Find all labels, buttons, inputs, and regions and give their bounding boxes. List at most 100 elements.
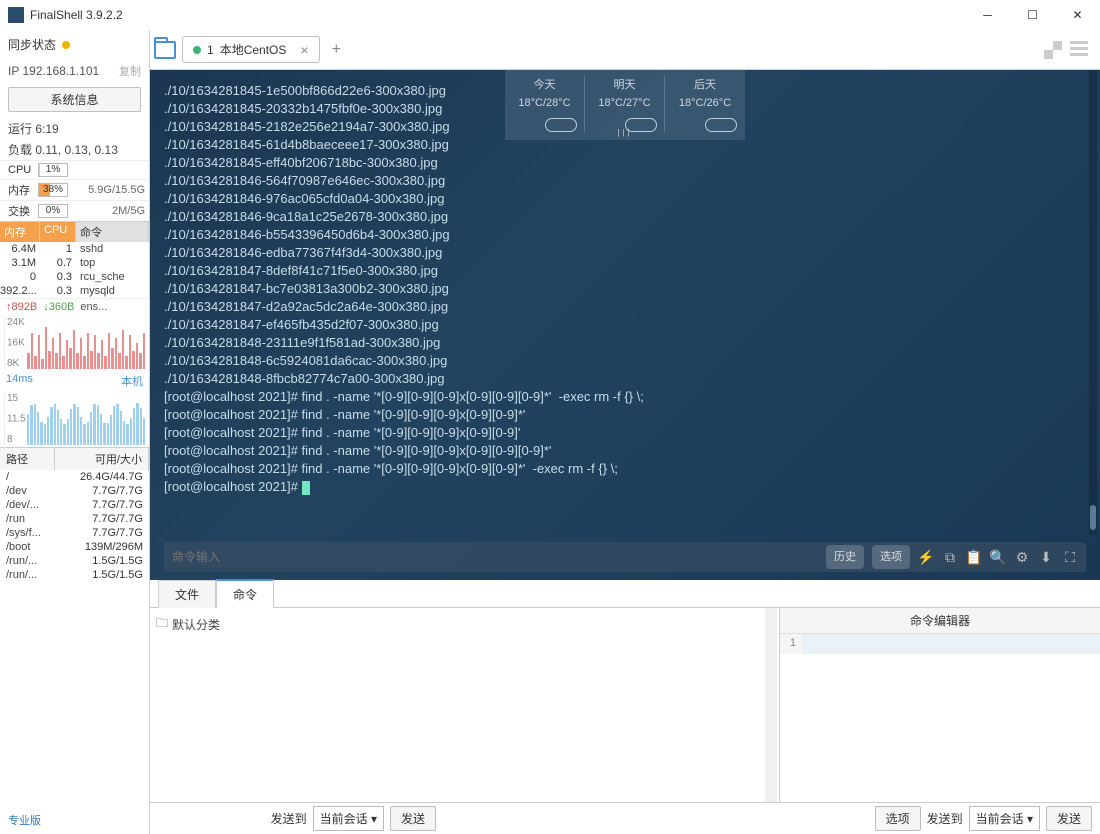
metric-row: 交换 0% 2M/5G [0, 200, 149, 221]
system-info-button[interactable]: 系统信息 [8, 87, 141, 112]
command-editor-pane: 命令编辑器 1 [780, 608, 1100, 802]
default-category-folder[interactable]: 🗀 默认分类 [156, 614, 773, 635]
uptime: 运行 6:19 [0, 118, 149, 139]
options-button[interactable]: 选项 [872, 545, 910, 569]
session-tab[interactable]: 1 本地CentOS × [182, 36, 320, 63]
col-cpu[interactable]: CPU [40, 222, 76, 242]
close-tab-icon[interactable]: × [300, 42, 308, 58]
disk-row[interactable]: /26.4G/44.7G [0, 470, 149, 484]
terminal-line: [root@localhost 2021]# find . -name '*[0… [164, 406, 1086, 424]
bottom-tabbar: 文件 命令 [150, 580, 1100, 608]
maximize-button[interactable]: ☐ [1010, 0, 1055, 30]
options-button-right[interactable]: 选项 [875, 806, 921, 831]
session-select-right[interactable]: 当前会话 ▾ [969, 806, 1040, 831]
process-row[interactable]: 3.1M0.7top [0, 256, 149, 270]
cloud-icon [610, 116, 640, 132]
terminal-line: ./10/1634281846-9ca18a1c25e2678-300x380.… [164, 208, 1086, 226]
paste-icon[interactable]: 📋 [966, 549, 982, 565]
metric-row: 内存 38% 5.9G/15.5G [0, 179, 149, 200]
col-mem[interactable]: 内存 [0, 222, 40, 242]
net-iface: ens... [80, 301, 107, 313]
terminal[interactable]: 今天18°C/28°C明天18°C/27°C后天18°C/26°C ./10/1… [150, 70, 1100, 580]
terminal-line: ./10/1634281847-d2a92ac5dc2a64e-300x380.… [164, 298, 1086, 316]
net-up: ↑892B [6, 301, 37, 313]
ping-chart: 1511.58 [4, 393, 145, 445]
download-icon[interactable]: ⬇ [1038, 549, 1054, 565]
session-select-left[interactable]: 当前会话 ▾ [313, 806, 384, 831]
ip-row: IP 192.168.1.101 复制 [0, 59, 149, 83]
gear-icon[interactable]: ⚙ [1014, 549, 1030, 565]
terminal-prompt: [root@localhost 2021]# [164, 479, 302, 494]
terminal-line: [root@localhost 2021]# find . -name '*[0… [164, 442, 1086, 460]
view-list-icon[interactable] [1070, 41, 1088, 59]
minimize-button[interactable]: ─ [965, 0, 1010, 30]
tree-scrollbar[interactable] [765, 608, 777, 802]
disk-row[interactable]: /boot139M/296M [0, 540, 149, 554]
tab-file[interactable]: 文件 [158, 580, 216, 608]
metric-label: 交换 [8, 203, 34, 219]
process-row[interactable]: 392.2...0.3mysqld [0, 284, 149, 298]
editor-text[interactable] [802, 634, 1100, 654]
process-row[interactable]: 00.3rcu_sche [0, 270, 149, 284]
metric-value: 5.9G/15.5G [72, 184, 145, 196]
disk-row[interactable]: /dev/...7.7G/7.7G [0, 498, 149, 512]
weather-day: 后天18°C/26°C [665, 76, 745, 132]
session-number: 1 [207, 43, 214, 57]
terminal-line: ./10/1634281846-976ac065cfd0a04-300x380.… [164, 190, 1086, 208]
titlebar: FinalShell 3.9.2.2 ─ ☐ ✕ [0, 0, 1100, 30]
terminal-line: ./10/1634281846-564f70987e646ec-300x380.… [164, 172, 1086, 190]
command-input[interactable] [172, 550, 818, 564]
col-path[interactable]: 路径 [0, 448, 55, 470]
copy-ip-button[interactable]: 复制 [119, 63, 141, 79]
bolt-icon[interactable]: ⚡ [918, 549, 934, 565]
disk-row[interactable]: /run/...1.5G/1.5G [0, 568, 149, 582]
bottom-toolbar: 发送到 当前会话 ▾ 发送 选项 发送到 当前会话 ▾ 发送 [150, 802, 1100, 834]
sync-status-icon [62, 41, 70, 49]
history-button[interactable]: 历史 [826, 545, 864, 569]
tab-command[interactable]: 命令 [216, 579, 274, 608]
copy-icon[interactable]: ⧉ [942, 549, 958, 565]
load-avg: 负载 0.11, 0.13, 0.13 [0, 139, 149, 160]
weather-widget: 今天18°C/28°C明天18°C/27°C后天18°C/26°C [505, 70, 745, 140]
weather-day: 明天18°C/27°C [585, 76, 665, 132]
terminal-line: ./10/1634281847-8def8f41c71f5e0-300x380.… [164, 262, 1086, 280]
sendto-label: 发送到 [271, 810, 307, 827]
disk-row[interactable]: /run7.7G/7.7G [0, 512, 149, 526]
search-icon[interactable]: 🔍 [990, 549, 1006, 565]
col-size[interactable]: 可用/大小 [55, 448, 149, 470]
close-button[interactable]: ✕ [1055, 0, 1100, 30]
session-name: 本地CentOS [220, 41, 287, 58]
view-grid-icon[interactable] [1044, 41, 1062, 59]
metric-value: 2M/5G [72, 205, 145, 217]
terminal-line: [root@localhost 2021]# find . -name '*[0… [164, 460, 1086, 478]
folder-icon[interactable] [154, 41, 176, 59]
folder-icon: 🗀 [156, 614, 168, 635]
sync-status: 同步状态 [0, 30, 149, 59]
network-stats: ↑892B ↓360B ens... [0, 298, 149, 315]
pro-version-link[interactable]: 专业版 [0, 806, 149, 834]
command-bar: 历史 选项 ⚡ ⧉ 📋 🔍 ⚙ ⬇ ⛶ [164, 542, 1086, 572]
disk-row[interactable]: /run/...1.5G/1.5G [0, 554, 149, 568]
weather-day: 今天18°C/28°C [505, 76, 585, 132]
terminal-cursor [302, 481, 310, 495]
sendto-label-right: 发送到 [927, 810, 963, 827]
send-button-right[interactable]: 发送 [1046, 806, 1092, 831]
add-tab-button[interactable]: + [326, 41, 347, 59]
disk-row[interactable]: /dev7.7G/7.7G [0, 484, 149, 498]
metric-label: 内存 [8, 182, 34, 198]
process-header: 内存 CPU 命令 [0, 221, 149, 242]
col-cmd[interactable]: 命令 [76, 222, 149, 242]
folder-label: 默认分类 [172, 616, 220, 633]
terminal-line: ./10/1634281847-bc7e03813a300b2-300x380.… [164, 280, 1086, 298]
disk-row[interactable]: /sys/f...7.7G/7.7G [0, 526, 149, 540]
command-tree[interactable]: 🗀 默认分类 [150, 608, 780, 802]
cloud-icon [690, 116, 720, 132]
fullscreen-icon[interactable]: ⛶ [1062, 549, 1078, 565]
sidebar: 同步状态 IP 192.168.1.101 复制 系统信息 运行 6:19 负载… [0, 30, 150, 834]
session-tabbar: 1 本地CentOS × + [150, 30, 1100, 70]
ping-row: 14ms 本机 [0, 371, 149, 391]
metric-label: CPU [8, 164, 34, 176]
terminal-scrollbar[interactable] [1089, 70, 1097, 535]
process-row[interactable]: 6.4M1sshd [0, 242, 149, 256]
send-button-left[interactable]: 发送 [390, 806, 436, 831]
